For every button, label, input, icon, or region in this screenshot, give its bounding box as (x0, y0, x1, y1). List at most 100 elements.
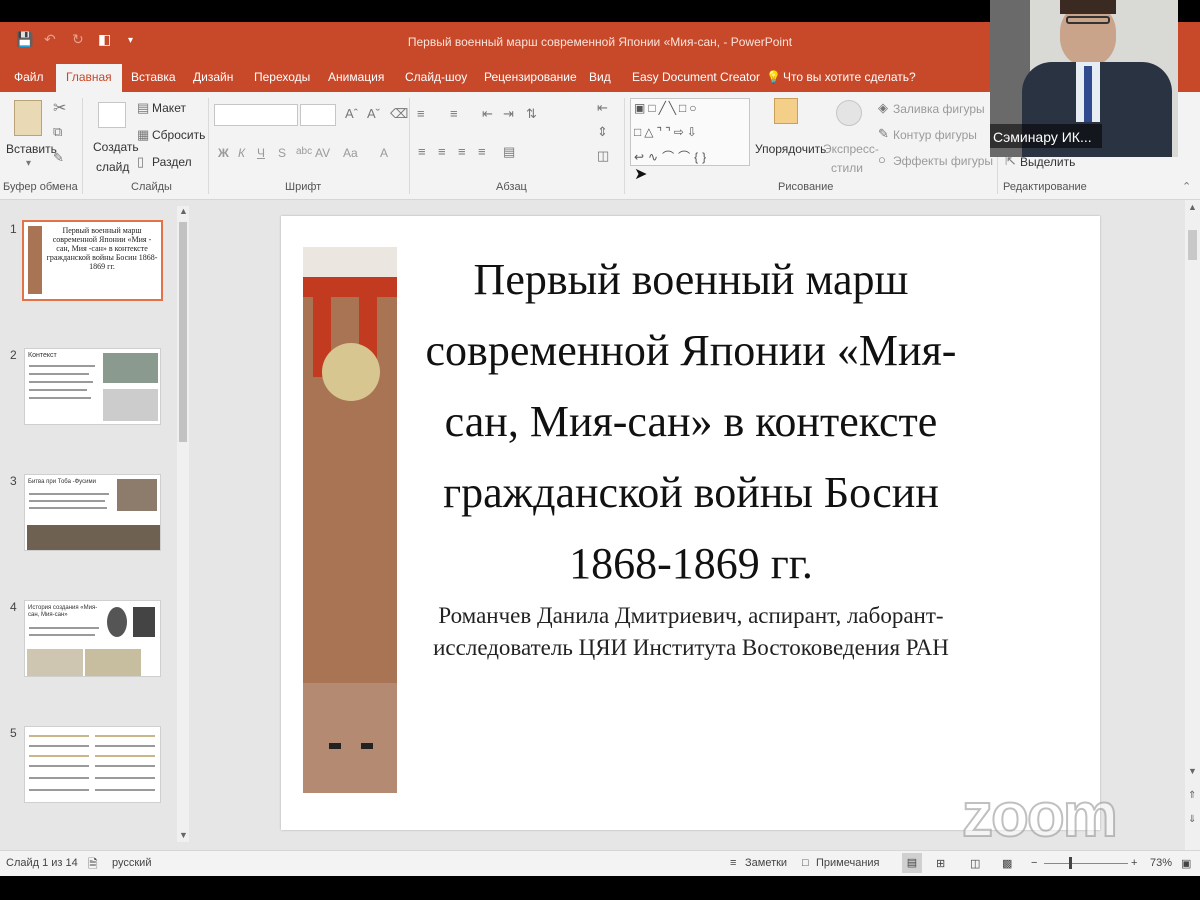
quick-styles-label-2[interactable]: стили (831, 161, 863, 175)
select-button[interactable]: Выделить (1020, 155, 1075, 169)
columns-icon[interactable]: ▤ (503, 144, 515, 160)
font-color-icon[interactable]: A (380, 146, 388, 160)
zoom-level[interactable]: 73% (1150, 857, 1172, 869)
copy-icon[interactable]: ⧉ (53, 124, 62, 140)
font-size-select[interactable] (300, 104, 336, 126)
increase-indent-icon[interactable]: ⇥ (503, 106, 514, 122)
redo-icon[interactable]: ↻ (72, 31, 84, 48)
tab-transitions[interactable]: Переходы (254, 70, 310, 84)
tab-insert[interactable]: Вставка (131, 70, 176, 84)
slideshow-view-icon[interactable]: ▩ (1002, 857, 1012, 870)
language-indicator[interactable]: русский (112, 857, 151, 869)
arrange-icon[interactable] (774, 98, 798, 124)
spellcheck-icon[interactable]: 🗎 (88, 855, 98, 876)
paste-button[interactable]: Вставить (6, 142, 57, 156)
tab-review[interactable]: Рецензирование (484, 70, 577, 84)
format-painter-icon[interactable]: ✎ (53, 150, 64, 166)
shapes-row-1-icon[interactable]: ▣□╱╲□○ (634, 101, 700, 115)
scrollbar-thumb[interactable] (179, 222, 187, 442)
thumbnail-slide-5[interactable] (24, 726, 161, 803)
quick-styles-button[interactable]: Экспресс- (823, 142, 879, 156)
tab-easy-document-creator[interactable]: Easy Document Creator (632, 70, 760, 84)
tab-animation[interactable]: Анимация (328, 70, 384, 84)
layout-button[interactable]: Макет (152, 101, 186, 115)
arrange-button[interactable]: Упорядочить (755, 142, 826, 156)
tab-view[interactable]: Вид (589, 70, 611, 84)
zoom-slider-handle[interactable] (1069, 857, 1072, 869)
fit-to-window-icon[interactable]: ▣ (1181, 857, 1191, 870)
collapse-ribbon-icon[interactable]: ⌃ (1182, 180, 1191, 193)
slide-sorter-icon[interactable]: ⊞ (936, 857, 945, 870)
shape-outline-button[interactable]: Контур фигуры (893, 128, 977, 142)
zoom-in-icon[interactable]: + (1131, 857, 1137, 869)
change-case-button[interactable]: Aa (343, 146, 358, 160)
scroll-up-icon[interactable]: ▲ (1188, 202, 1197, 212)
shape-effects-button[interactable]: Эффекты фигуры (893, 154, 993, 168)
normal-view-icon[interactable]: ▤ (902, 853, 922, 873)
shape-fill-button[interactable]: Заливка фигуры (893, 102, 985, 116)
current-slide[interactable]: Первый военный марш современной Японии «… (281, 216, 1100, 830)
shapes-row-2-icon[interactable]: □△⌝⌝⇨⇩ (634, 125, 700, 139)
tab-home[interactable]: Главная (56, 64, 122, 92)
decrease-indent-icon[interactable]: ⇤ (482, 106, 493, 122)
comments-button[interactable]: Примечания (816, 857, 880, 869)
tab-slideshow[interactable]: Слайд-шоу (405, 70, 467, 84)
reading-view-icon[interactable]: ◫ (970, 857, 980, 870)
scroll-down-icon[interactable]: ▼ (1188, 766, 1197, 776)
customize-qat-icon[interactable]: ▾ (128, 35, 133, 46)
align-right-icon[interactable]: ≡ (458, 144, 466, 159)
line-spacing-icon[interactable]: ⇅ (526, 106, 537, 122)
scroll-down-icon[interactable]: ▼ (179, 830, 188, 840)
zoom-out-icon[interactable]: − (1031, 857, 1037, 869)
undo-icon[interactable]: ↶ (44, 31, 56, 48)
paste-dropdown-icon[interactable]: ▾ (26, 158, 31, 169)
text-direction-icon[interactable]: ⇤ (597, 100, 608, 116)
thumb-text-line (95, 745, 155, 747)
previous-slide-icon[interactable]: ⇑ (1188, 790, 1196, 801)
tab-file[interactable]: Файл (14, 70, 44, 84)
align-text-icon[interactable]: ⇕ (597, 124, 608, 140)
editor-scrollbar[interactable]: ▲ ▼ ⇑ ⇓ (1185, 200, 1200, 850)
slide-title[interactable]: Первый военный марш современной Японии «… (406, 244, 976, 599)
underline-button[interactable]: Ч (257, 146, 265, 160)
tab-design[interactable]: Дизайн (193, 70, 233, 84)
zoom-slider-track[interactable] (1044, 863, 1128, 864)
scroll-up-icon[interactable]: ▲ (179, 206, 188, 216)
bold-button[interactable]: Ж (218, 146, 229, 160)
italic-button[interactable]: К (238, 146, 245, 160)
slideshow-start-icon[interactable]: ◧ (98, 31, 111, 48)
bullets-icon[interactable]: ≡ (417, 106, 425, 121)
increase-font-icon[interactable]: Aˆ (345, 106, 358, 121)
thumbnails-scrollbar[interactable]: ▲ ▼ (177, 206, 189, 842)
decrease-font-icon[interactable]: Aˇ (367, 106, 380, 121)
shapes-row-3-icon[interactable]: ↩∿⌒⌒{} (634, 148, 710, 165)
align-center-icon[interactable]: ≡ (438, 144, 446, 159)
new-slide-label-2[interactable]: слайд (96, 160, 129, 174)
thumbnail-slide-3[interactable]: Битва при Тоба -Фусими (24, 474, 161, 551)
thumbnail-slide-4[interactable]: История создания «Мия-сан, Мия-сан» (24, 600, 161, 677)
clear-format-icon[interactable]: ⌫ (390, 106, 408, 122)
slide-subtitle[interactable]: Романчев Данила Дмитриевич, аспирант, ла… (411, 600, 971, 664)
thumbnail-slide-2[interactable]: Контекст (24, 348, 161, 425)
thumbnail-slide-1[interactable]: Первый военный марш современной Японии «… (22, 220, 163, 301)
char-spacing-button[interactable]: AV (315, 146, 330, 160)
shadow-icon[interactable]: abc (296, 146, 312, 157)
justify-icon[interactable]: ≡ (478, 144, 486, 159)
numbering-icon[interactable]: ≡ (450, 106, 458, 121)
new-slide-button[interactable]: Создать (93, 140, 139, 154)
new-slide-icon[interactable] (98, 102, 126, 128)
tell-me-search[interactable]: Что вы хотите сделать? (783, 70, 916, 84)
notes-button[interactable]: Заметки (745, 857, 787, 869)
cut-icon[interactable]: ✂ (53, 98, 66, 118)
strikethrough-button[interactable]: S (278, 146, 286, 160)
smartart-icon[interactable]: ◫ (597, 148, 609, 164)
align-left-icon[interactable]: ≡ (418, 144, 426, 159)
next-slide-icon[interactable]: ⇓ (1188, 814, 1196, 825)
quick-styles-icon[interactable] (836, 100, 862, 126)
section-button[interactable]: Раздел (152, 155, 192, 169)
font-family-select[interactable] (214, 104, 298, 126)
paste-icon[interactable] (14, 100, 42, 136)
save-icon[interactable]: 💾 (16, 31, 33, 48)
reset-button[interactable]: Сбросить (152, 128, 205, 142)
scrollbar-thumb[interactable] (1188, 230, 1197, 260)
